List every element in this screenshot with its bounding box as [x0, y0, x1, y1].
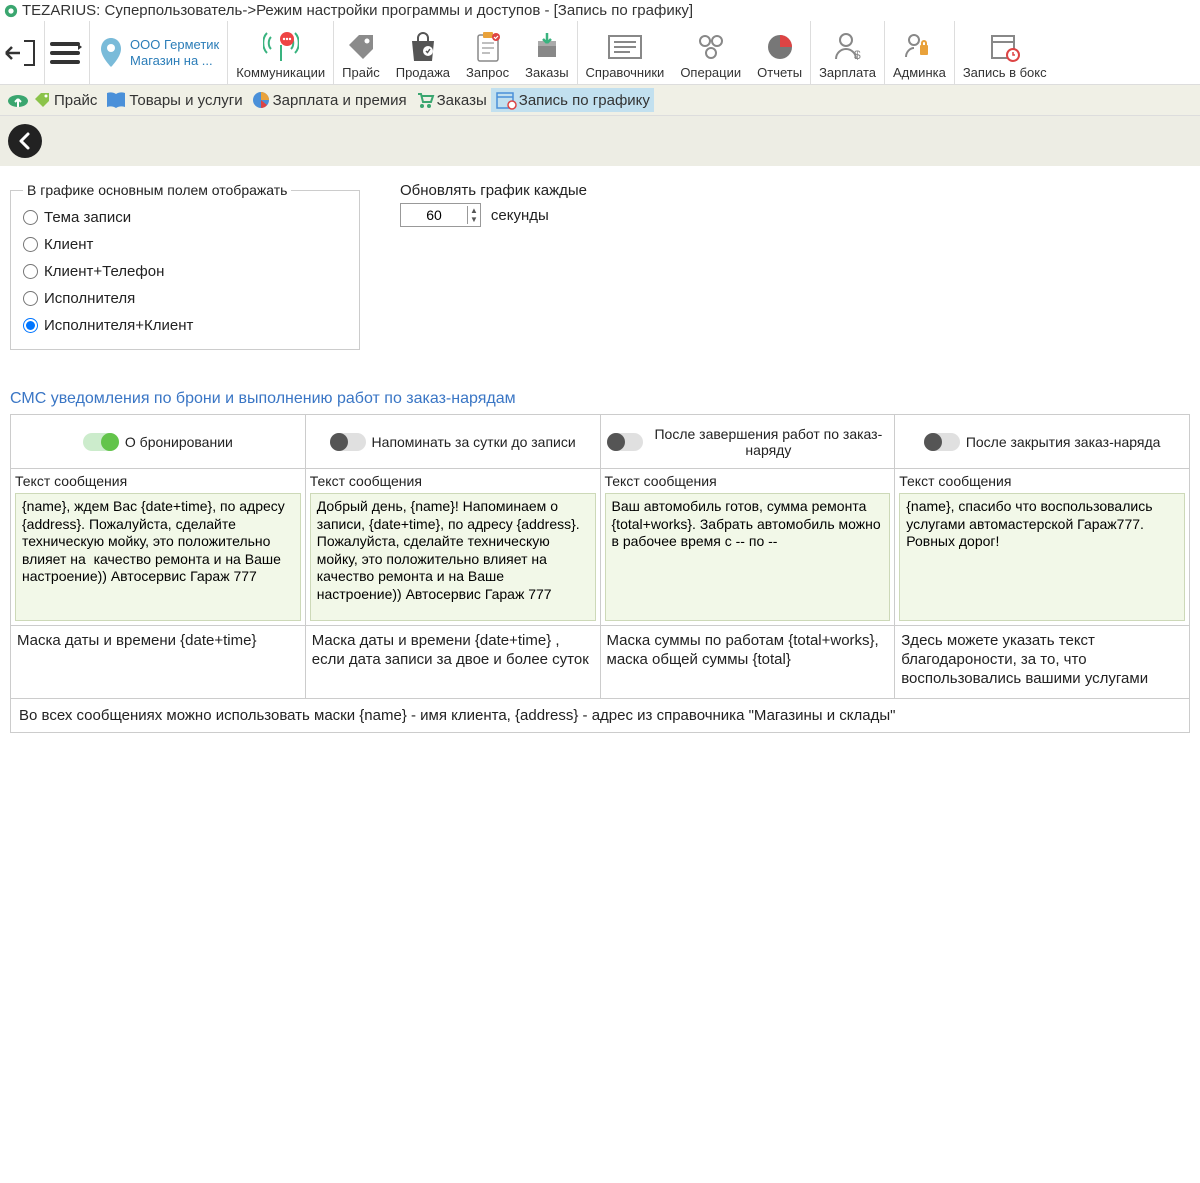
- company-selector[interactable]: ООО Герметик Магазин на ...: [90, 21, 227, 84]
- toolbar-communication[interactable]: Коммуникации: [228, 21, 333, 84]
- toolbar-schedule[interactable]: Запись в бокс: [955, 21, 1055, 84]
- spinner-up-icon[interactable]: ▲: [468, 206, 480, 215]
- toggle-reminder[interactable]: [330, 433, 366, 451]
- refresh-spinner[interactable]: ▲ ▼: [400, 203, 481, 227]
- subtab-price[interactable]: Прайс: [2, 87, 101, 113]
- app-logo-icon: [4, 4, 18, 18]
- radio-client[interactable]: Клиент: [23, 231, 347, 258]
- radio-performer[interactable]: Исполнителя: [23, 285, 347, 312]
- sms-panel: О бронировании Текст сообщения Маска дат…: [10, 414, 1190, 733]
- subtab-goods[interactable]: Товары и услуги: [101, 88, 246, 112]
- tag-small-icon: [32, 90, 52, 110]
- calendar-small-icon: [495, 90, 517, 110]
- subtab-salary[interactable]: Зарплата и премия: [247, 88, 411, 112]
- window-title: TEZARIUS: Суперпользователь->Режим настр…: [22, 2, 693, 19]
- toolbar-request[interactable]: Запрос: [458, 21, 517, 84]
- sms-hint-reminder: Маска даты и времени {date+time} , если …: [306, 625, 600, 697]
- sms-text-booking[interactable]: [15, 493, 301, 621]
- list-box-icon: [607, 34, 643, 60]
- toolbar-ops[interactable]: Операции: [672, 21, 749, 84]
- calendar-clock-icon: [989, 31, 1021, 63]
- refresh-block: Обновлять график каждые ▲ ▼ секунды: [400, 182, 587, 227]
- arrow-left-icon: [14, 130, 36, 152]
- sms-text-reminder[interactable]: [310, 493, 596, 621]
- toggle-booking[interactable]: [83, 433, 119, 451]
- person-money-icon: $: [832, 31, 864, 63]
- hamburger-icon: [50, 38, 84, 68]
- antenna-icon: [263, 31, 299, 63]
- content-area: В графике основным полем отображать Тема…: [0, 166, 1200, 749]
- sms-section-heading: СМС уведомления по брони и выполнению ра…: [10, 390, 1190, 408]
- refresh-unit: секунды: [491, 207, 549, 224]
- subtab-schedule[interactable]: Запись по графику: [491, 88, 654, 112]
- svg-text:$: $: [854, 48, 861, 62]
- sms-hint-booking: Маска даты и времени {date+time}: [11, 625, 305, 697]
- exit-button[interactable]: [0, 21, 44, 84]
- book-icon: [105, 90, 127, 110]
- sms-hint-workdone: Маска суммы по работам {total+works}, ма…: [601, 625, 895, 697]
- toolbar-admin[interactable]: Админка: [885, 21, 954, 84]
- back-bar: [0, 116, 1200, 166]
- pie-small-icon: [251, 90, 271, 110]
- cloud-upload-icon: [6, 89, 30, 111]
- menu-button[interactable]: [45, 21, 89, 84]
- sms-hint-closed: Здесь можете указать текст благодароност…: [895, 625, 1189, 698]
- display-field-radiogroup: В графике основным полем отображать Тема…: [10, 182, 360, 350]
- toolbar-reports[interactable]: Отчеты: [749, 21, 810, 84]
- sms-col-workdone: После завершения работ по заказ-наряду Т…: [601, 415, 896, 698]
- sms-col-reminder: Напоминать за сутки до записи Текст сооб…: [306, 415, 601, 698]
- sms-text-workdone[interactable]: [605, 493, 891, 621]
- shopping-bag-icon: [408, 31, 438, 63]
- sms-text-closed[interactable]: [899, 493, 1185, 621]
- radio-performer-client[interactable]: Исполнителя+Клиент: [23, 312, 347, 339]
- company-store: Магазин на ...: [130, 53, 219, 69]
- radiogroup-legend: В графике основным полем отображать: [23, 182, 291, 198]
- toolbar-refs[interactable]: Справочники: [578, 21, 673, 84]
- cart-small-icon: [415, 90, 435, 110]
- back-button[interactable]: [8, 124, 42, 158]
- sms-col-closed: После закрытия заказ-наряда Текст сообще…: [895, 415, 1189, 698]
- location-pin-icon: [98, 36, 124, 70]
- radio-client-phone[interactable]: Клиент+Телефон: [23, 258, 347, 285]
- toggle-closed[interactable]: [924, 433, 960, 451]
- sms-footer-note: Во всех сообщениях можно использовать ма…: [11, 698, 1189, 732]
- main-toolbar: ООО Герметик Магазин на ... Коммуникации…: [0, 21, 1200, 85]
- box-arrow-icon: [532, 31, 562, 63]
- admin-icon: [903, 31, 935, 63]
- gears-icon: [695, 31, 727, 63]
- radio-theme[interactable]: Тема записи: [23, 204, 347, 231]
- refresh-label: Обновлять график каждые: [400, 182, 587, 199]
- subtab-orders[interactable]: Заказы: [411, 88, 491, 112]
- clipboard-icon: [474, 31, 502, 63]
- sms-col-booking: О бронировании Текст сообщения Маска дат…: [11, 415, 306, 698]
- toolbar-sale[interactable]: Продажа: [388, 21, 458, 84]
- pie-chart-icon: [765, 32, 795, 62]
- sub-toolbar: Прайс Товары и услуги Зарплата и премия …: [0, 85, 1200, 116]
- toolbar-orders[interactable]: Заказы: [517, 21, 576, 84]
- title-bar: TEZARIUS: Суперпользователь->Режим настр…: [0, 0, 1200, 21]
- tag-icon: [345, 31, 377, 63]
- toggle-workdone[interactable]: [607, 433, 643, 451]
- refresh-value-input[interactable]: [401, 204, 467, 226]
- toolbar-salary[interactable]: $ Зарплата: [811, 21, 884, 84]
- spinner-down-icon[interactable]: ▼: [468, 215, 480, 224]
- exit-icon: [4, 35, 40, 71]
- company-name: ООО Герметик: [130, 37, 219, 53]
- toolbar-price[interactable]: Прайс: [334, 21, 388, 84]
